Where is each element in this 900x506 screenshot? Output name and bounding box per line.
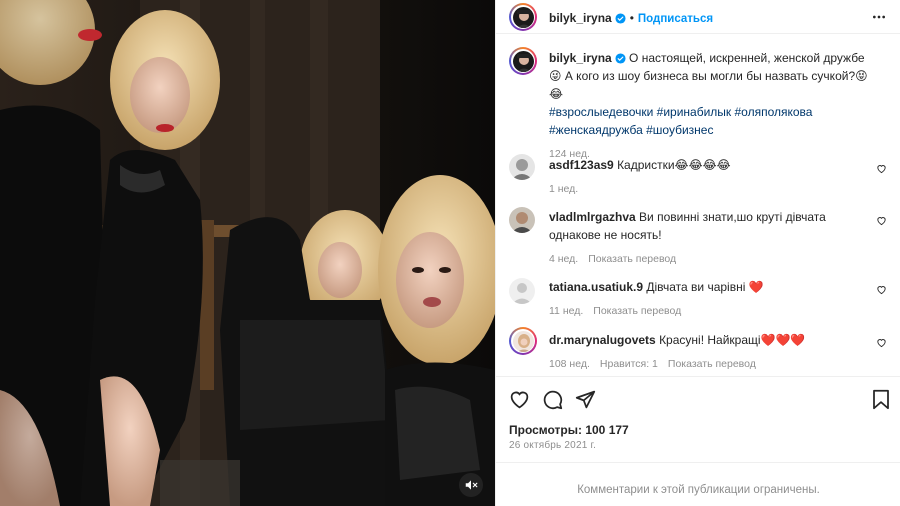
verified-icon xyxy=(615,13,626,24)
heart-icon[interactable] xyxy=(509,389,530,410)
comment-avatar[interactable] xyxy=(509,207,535,233)
caption-avatar[interactable] xyxy=(509,47,537,75)
post-header: bilyk_iryna • Подписаться xyxy=(496,0,900,34)
heart-icon[interactable] xyxy=(876,215,887,226)
comment-avatar[interactable] xyxy=(509,154,535,180)
show-translation-link[interactable]: Показать перевод xyxy=(588,253,676,265)
more-icon[interactable] xyxy=(871,9,887,25)
post-details-panel: bilyk_iryna • Подписаться bilyk_iryna О на… xyxy=(495,0,900,506)
heart-icon[interactable] xyxy=(876,163,887,174)
bookmark-icon[interactable] xyxy=(872,389,890,410)
follow-button[interactable]: Подписаться xyxy=(638,13,713,25)
video-frame xyxy=(0,0,495,506)
comment-text: Дівчата ви чарівні ❤️ xyxy=(646,280,764,294)
comment-time[interactable]: 1 нед. xyxy=(549,183,578,195)
comments-list[interactable]: bilyk_iryna О настоящей, искренней, женс… xyxy=(496,35,900,375)
comment-time[interactable]: 11 нед. xyxy=(549,305,583,317)
comment-text: Красуні! Найкращі❤️❤️❤️ xyxy=(659,333,806,347)
mute-button[interactable] xyxy=(459,473,483,497)
mute-icon xyxy=(465,480,478,490)
comment-text: Кадристки😂😂😂😂 xyxy=(617,158,731,172)
comment-time[interactable]: 108 нед. xyxy=(549,358,590,370)
show-translation-link[interactable]: Показать перевод xyxy=(593,305,681,317)
heart-icon[interactable] xyxy=(876,337,887,348)
author-username[interactable]: bilyk_iryna xyxy=(549,11,612,25)
views-count[interactable]: Просмотры: 100 177 xyxy=(509,423,629,437)
post-video[interactable] xyxy=(0,0,495,506)
author-avatar[interactable] xyxy=(509,3,537,31)
comment-time[interactable]: 4 нед. xyxy=(549,253,578,265)
verified-icon xyxy=(615,53,626,64)
comment-username[interactable]: vladlmlrgazhva xyxy=(549,210,636,224)
post-date[interactable]: 26 октябрь 2021 г. xyxy=(509,440,596,451)
caption-username[interactable]: bilyk_iryna xyxy=(549,51,612,65)
heart-icon[interactable] xyxy=(876,284,887,295)
action-bar xyxy=(496,376,900,418)
comments-restricted-notice: Комментарии к этой публикации ограничены… xyxy=(496,462,900,506)
comment-avatar[interactable] xyxy=(509,278,535,304)
comment-username[interactable]: tatiana.usatiuk.9 xyxy=(549,280,643,294)
comment-username[interactable]: dr.marynalugovets xyxy=(549,333,656,347)
share-icon[interactable] xyxy=(575,389,596,410)
comment-username[interactable]: asdf123as9 xyxy=(549,158,614,172)
likes-count[interactable]: Нравится: 1 xyxy=(600,358,658,370)
comment-avatar[interactable] xyxy=(509,327,537,355)
comment-icon[interactable] xyxy=(542,389,563,410)
show-translation-link[interactable]: Показать перевод xyxy=(668,358,756,370)
caption-hashtags[interactable]: #взрослыедевочки #иринабилык #оляполяков… xyxy=(549,105,812,137)
separator-dot: • xyxy=(629,11,634,25)
